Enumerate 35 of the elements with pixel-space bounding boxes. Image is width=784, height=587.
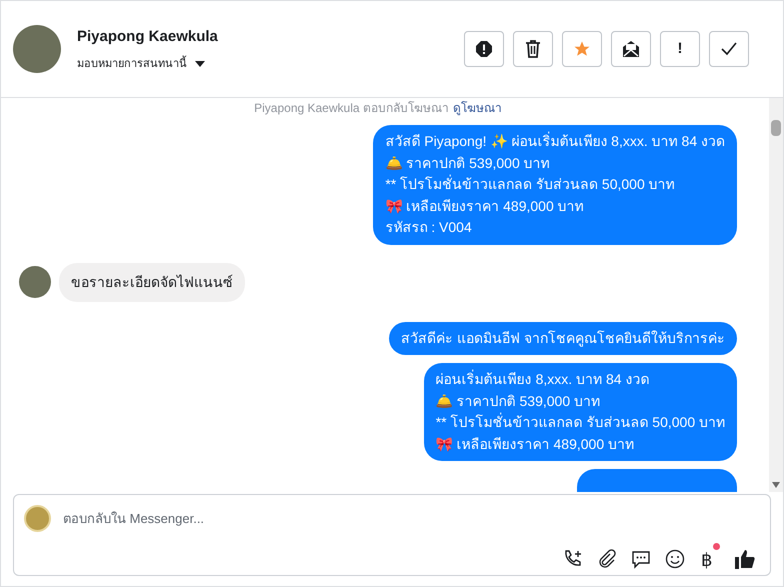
star-button[interactable] bbox=[562, 31, 602, 67]
scrollbar[interactable] bbox=[769, 98, 783, 492]
caret-icon bbox=[195, 61, 205, 68]
outgoing-message: สวัสดีค่ะ แอดมินอีฟ จากโชคคูณโชคยินดีให้บริการค่ะ bbox=[389, 322, 737, 355]
checkmark-icon bbox=[721, 42, 737, 56]
exclamation-button[interactable]: ! bbox=[660, 31, 700, 67]
thumbs-up-icon bbox=[734, 548, 756, 570]
reply-input-field[interactable]: ตอบกลับใน Messenger... bbox=[63, 508, 760, 528]
avatar-photo-placeholder bbox=[19, 266, 51, 298]
envelope-icon bbox=[622, 40, 640, 58]
spam-icon bbox=[475, 40, 493, 58]
outgoing-message: สวัสดี Piyapong! ✨ ผ่อนเริ่มต้นเพียง 8,xxx. บาท 84 งวด 🛎 ราคาปกติ 539,000 บาท ** โปรโมชั่นข้าวแลกลด รับส่วนลด 50,000 บาท 🎀 เหลือเพียงราคา 489,000 บาท รหัสรถ : V004 bbox=[373, 125, 737, 244]
assign-dropdown[interactable]: มอบหมายการสนทนานี้ bbox=[77, 56, 218, 72]
speech-bubble-icon bbox=[631, 548, 651, 568]
call-button[interactable] bbox=[563, 548, 583, 568]
unread-button[interactable] bbox=[611, 31, 651, 67]
delete-button[interactable] bbox=[513, 31, 553, 67]
saved-reply-button[interactable] bbox=[631, 548, 651, 568]
smiley-icon bbox=[665, 548, 685, 568]
baht-button[interactable]: ฿ bbox=[699, 543, 720, 574]
view-ad-link[interactable]: ดูโฆษณา bbox=[452, 99, 502, 117]
spam-button[interactable] bbox=[464, 31, 504, 67]
like-button[interactable] bbox=[734, 548, 756, 570]
avatar-photo-placeholder bbox=[13, 25, 61, 73]
paperclip-icon bbox=[597, 548, 617, 568]
incoming-message: ขอรายละเอียดจัดไฟแนนซ์ bbox=[59, 262, 245, 302]
emoji-button[interactable] bbox=[665, 548, 685, 568]
outgoing-message: ผ่อนเริ่มต้นเพียง 8,xxx. บาท 84 งวด 🛎 ราคาปกติ 539,000 บาท ** โปรโมชั่นข้าวแลกลด รับส่วนลด 50,000 บาท 🎀 เหลือเพียงราคา 489,000 บาท bbox=[424, 363, 737, 461]
done-button[interactable] bbox=[709, 31, 749, 67]
page-avatar-icon bbox=[24, 505, 51, 532]
phone-plus-icon bbox=[563, 548, 583, 568]
contact-name: Piyapong Kaewkula bbox=[77, 26, 218, 46]
trash-icon bbox=[525, 40, 541, 58]
ad-reply-notice: Piyapong Kaewkula ตอบกลับโฆษณา bbox=[254, 100, 449, 117]
attach-button[interactable] bbox=[597, 548, 617, 568]
